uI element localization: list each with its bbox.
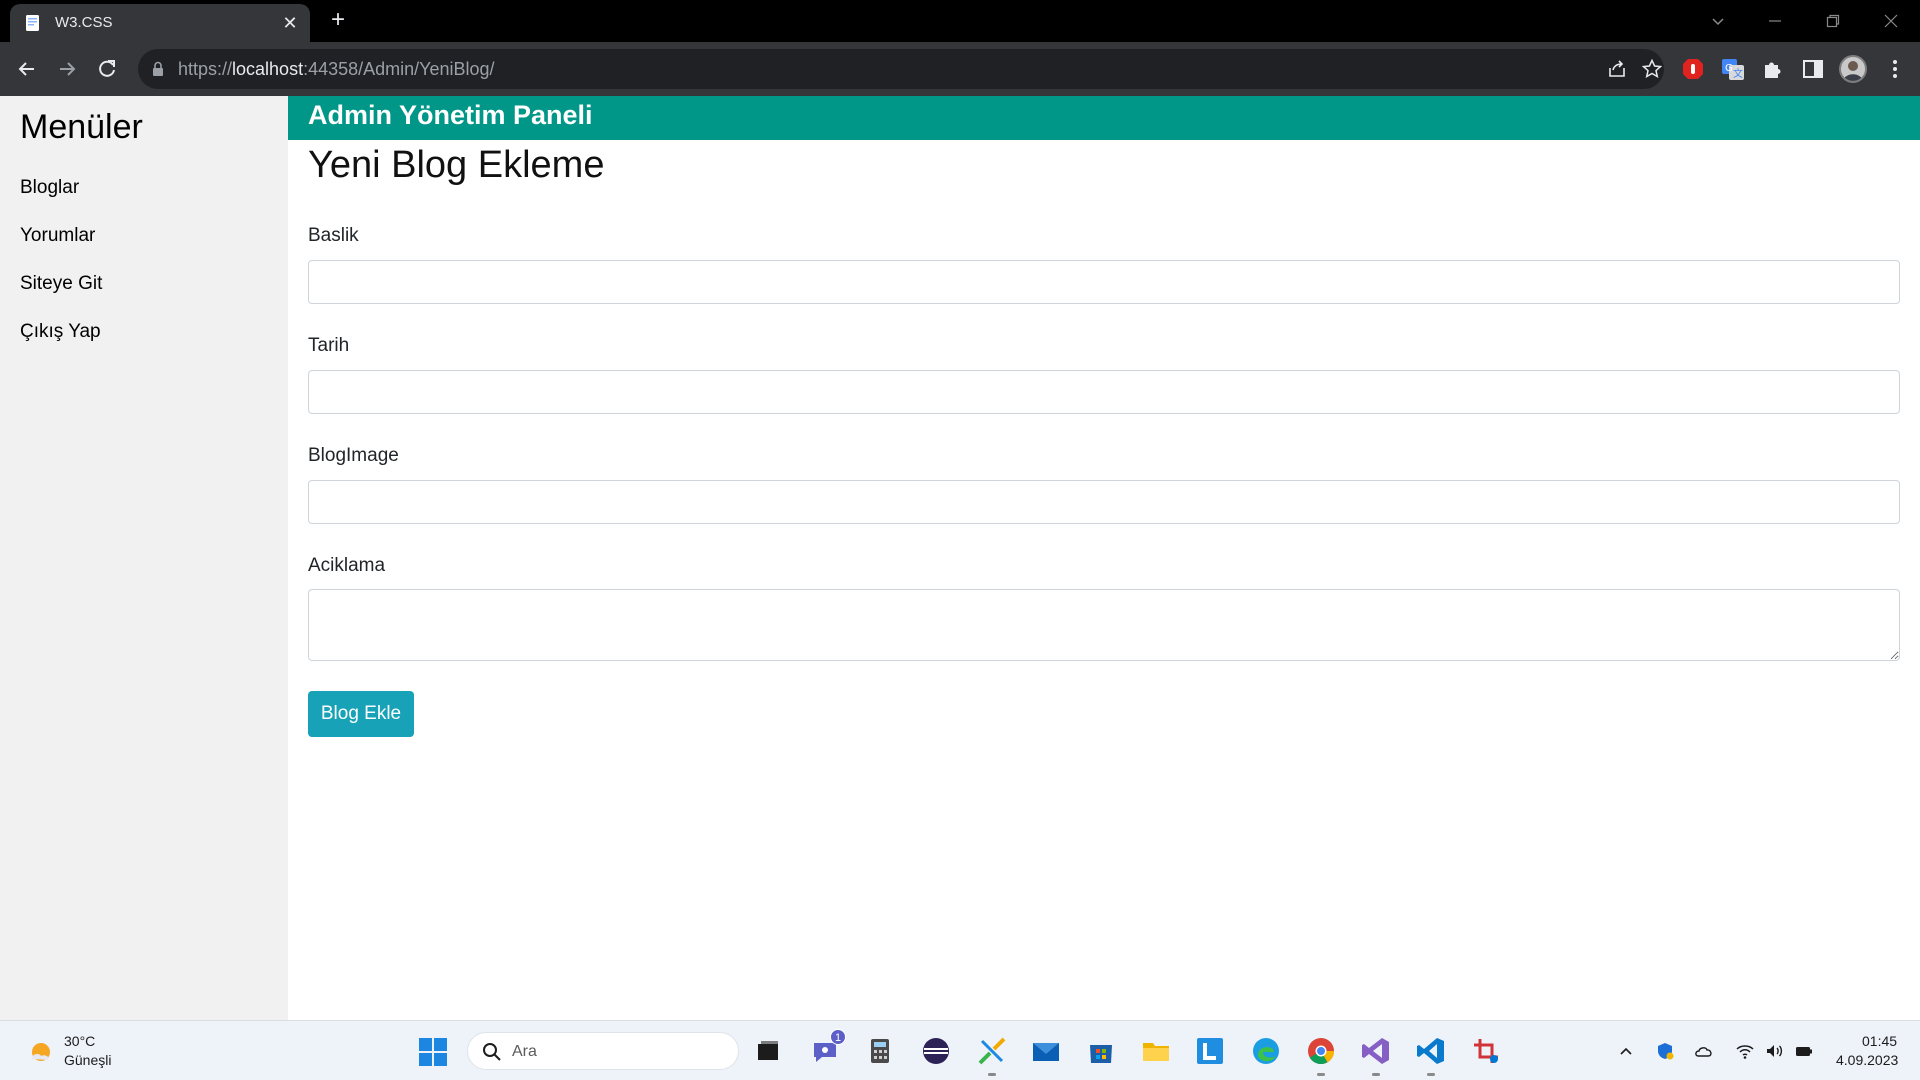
extensions-puzzle-icon[interactable] [1760, 56, 1786, 82]
lock-icon[interactable] [152, 61, 164, 77]
sun-weather-icon[interactable] [26, 1037, 56, 1067]
eclipse-icon[interactable] [920, 1035, 952, 1067]
browser-toolbar: https://localhost:44358/Admin/YeniBlog/ … [0, 42, 1920, 96]
browser-tab[interactable]: W3.CSS ✕ [10, 4, 310, 42]
google-translate-icon[interactable]: G文 [1720, 56, 1746, 82]
blogimage-input[interactable] [308, 480, 1900, 524]
browser-tab-bar: W3.CSS ✕ + [0, 0, 1920, 42]
search-icon [483, 1043, 501, 1061]
header-title: Admin Yönetim Paneli [308, 100, 593, 130]
dev-tool-icon[interactable] [976, 1035, 1008, 1076]
vscode-icon[interactable] [1415, 1035, 1447, 1076]
teams-chat-icon[interactable]: 1 [810, 1029, 846, 1067]
file-explorer-icon[interactable] [1140, 1035, 1172, 1067]
chat-notification-badge: 1 [830, 1029, 846, 1045]
tarih-label: Tarih [308, 335, 350, 356]
blog-ekle-button[interactable]: Blog Ekle [308, 691, 414, 737]
taskbar-search-box[interactable]: Ara [467, 1032, 739, 1070]
tab-title: W3.CSS [55, 14, 113, 31]
wifi-icon[interactable] [1735, 1041, 1755, 1061]
security-shield-icon[interactable] [1655, 1041, 1675, 1061]
forward-arrow-icon[interactable] [54, 56, 80, 82]
microsoft-store-icon[interactable] [1085, 1035, 1117, 1067]
tab-search-icon[interactable] [1703, 6, 1733, 36]
page-favicon-icon [26, 15, 39, 31]
chrome-menu-icon[interactable] [1882, 56, 1908, 82]
reload-icon[interactable] [94, 56, 120, 82]
task-view-icon[interactable] [752, 1035, 784, 1067]
main-content: Admin Yönetim Paneli Yeni Blog Ekleme Ba… [288, 96, 1920, 1020]
show-hidden-icons-chevron-icon[interactable] [1616, 1041, 1636, 1061]
share-icon[interactable] [1606, 58, 1628, 80]
close-window-icon[interactable] [1876, 6, 1906, 36]
url-text[interactable]: https://localhost:44358/Admin/YeniBlog/ [178, 59, 495, 80]
calculator-icon[interactable] [864, 1035, 896, 1067]
sidebar-item-siteye-git[interactable]: Siteye Git [20, 273, 102, 295]
weather-description[interactable]: Güneşli [64, 1052, 111, 1068]
address-bar[interactable]: https://localhost:44358/Admin/YeniBlog/ [138, 49, 1664, 89]
minimize-icon[interactable] [1760, 6, 1790, 36]
chrome-icon[interactable] [1305, 1035, 1337, 1076]
clock-date[interactable]: 4.09.2023 [1836, 1052, 1898, 1068]
visual-studio-icon[interactable] [1360, 1035, 1392, 1076]
weather-temperature[interactable]: 30°C [64, 1033, 95, 1049]
windows-start-icon[interactable] [418, 1037, 448, 1067]
sidebar: Menüler Bloglar Yorumlar Siteye Git Çıkı… [0, 96, 288, 1020]
tarih-input[interactable] [308, 370, 1900, 414]
sidebar-item-yorumlar[interactable]: Yorumlar [20, 225, 95, 247]
svg-text:G: G [1725, 63, 1733, 74]
snipping-tool-icon[interactable] [1470, 1035, 1502, 1067]
onedrive-cloud-icon[interactable] [1694, 1041, 1714, 1061]
new-tab-icon[interactable]: + [326, 8, 350, 32]
edge-browser-icon[interactable] [1250, 1035, 1282, 1067]
blogimage-label: BlogImage [308, 445, 399, 466]
side-panel-icon[interactable] [1800, 56, 1826, 82]
volume-icon[interactable] [1764, 1041, 1784, 1061]
header-bar: Admin Yönetim Paneli [288, 96, 1920, 140]
svg-text:文: 文 [1733, 67, 1743, 80]
adblock-extension-icon[interactable] [1680, 56, 1706, 82]
aciklama-label: Aciklama [308, 555, 386, 576]
back-arrow-icon[interactable] [14, 56, 40, 82]
clock-time[interactable]: 01:45 [1862, 1033, 1897, 1049]
mail-icon[interactable] [1030, 1035, 1062, 1067]
sidebar-item-bloglar[interactable]: Bloglar [20, 177, 79, 199]
bookmark-star-icon[interactable] [1641, 58, 1663, 80]
windows-taskbar: 30°C Güneşli Ara 1 01:45 4.09.2023 [0, 1020, 1920, 1080]
sidebar-title: Menüler [20, 108, 143, 146]
tab-close-icon[interactable]: ✕ [280, 13, 300, 33]
aciklama-textarea[interactable] [308, 589, 1900, 661]
restore-icon[interactable] [1818, 6, 1848, 36]
sidebar-item-cikis-yap[interactable]: Çıkış Yap [20, 321, 101, 343]
baslik-input[interactable] [308, 260, 1900, 304]
profile-avatar[interactable] [1839, 55, 1867, 83]
search-placeholder: Ara [512, 1043, 537, 1060]
l-app-icon[interactable] [1194, 1035, 1226, 1067]
battery-icon[interactable] [1794, 1041, 1814, 1061]
baslik-label: Baslik [308, 225, 359, 246]
page-title: Yeni Blog Ekleme [308, 144, 605, 186]
